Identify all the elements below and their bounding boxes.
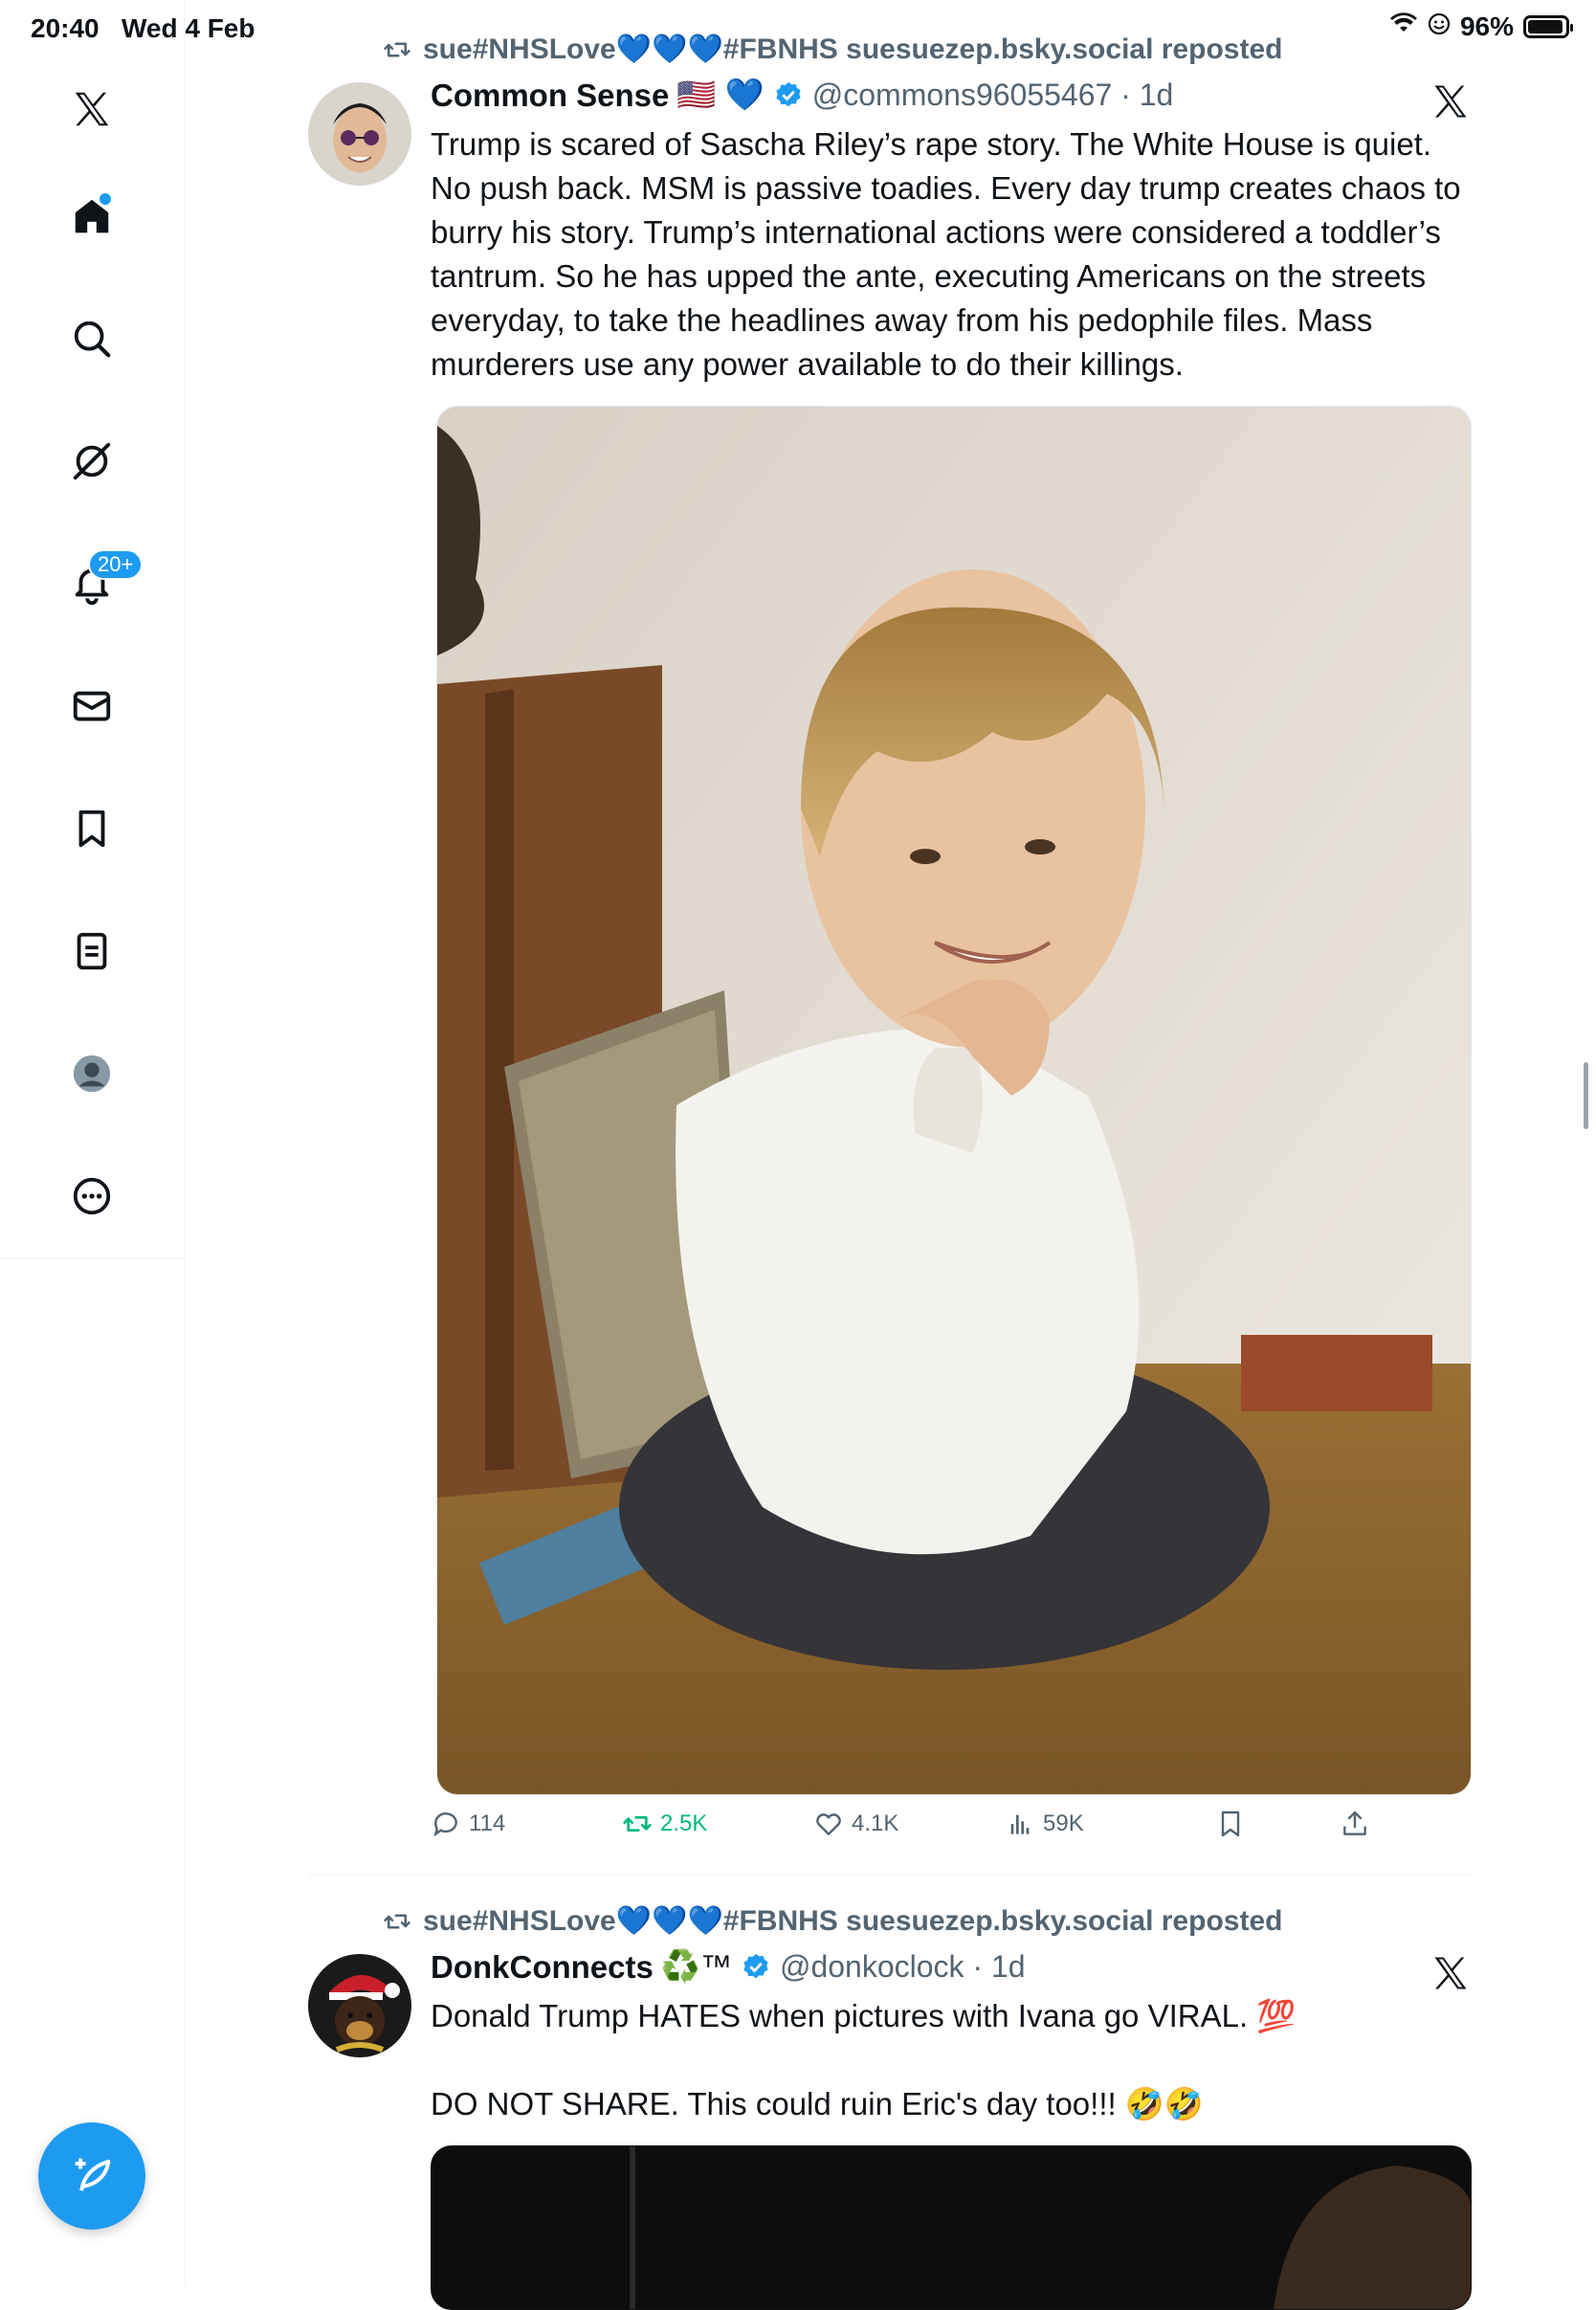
views-icon: [1010, 1814, 1030, 1834]
author-line: Common Sense 🇺🇸 💙 @commons96055467 · 1d: [431, 77, 1173, 114]
x-logo-small: [1430, 1952, 1472, 1994]
home-badge-dot: [98, 191, 113, 207]
home-icon[interactable]: [61, 186, 122, 247]
sidebar: 20+: [0, 0, 185, 2285]
post-photo[interactable]: [431, 2145, 1472, 2310]
bookmark-action-icon: [1221, 1810, 1240, 1837]
avatar[interactable]: [308, 82, 411, 186]
handle-time[interactable]: @donkoclock · 1d: [780, 1949, 1026, 1985]
post-divider: [308, 1875, 1472, 1876]
verified-badge-icon: [776, 81, 801, 106]
repost-line: sue#NHSLove💙💙💙#FBNHS suesuezep.bsky.soci…: [381, 1904, 1282, 1938]
repost-icon: [384, 1914, 410, 1928]
post-text: Donald Trump HATES when pictures with Iv…: [431, 1998, 1297, 2121]
post-photo[interactable]: [436, 406, 1472, 1795]
bookmark-action-button[interactable]: [1215, 1809, 1246, 1839]
views-button[interactable]: 59K: [1005, 1809, 1084, 1839]
bookmark-icon[interactable]: [61, 798, 122, 859]
author-emoji: ♻️™: [660, 1948, 732, 1984]
views-count: 59K: [1043, 1810, 1084, 1836]
search-icon[interactable]: [61, 308, 122, 369]
post-1[interactable]: sue#NHSLove💙💙💙#FBNHS suesuezep.bsky.soci…: [308, 29, 1472, 1866]
repost-action-icon: [623, 1816, 652, 1832]
heart-icon: [816, 1813, 841, 1835]
avatar[interactable]: [308, 1954, 411, 2057]
compose-feather-icon: [75, 2158, 111, 2191]
compose-button[interactable]: [38, 2122, 145, 2230]
like-button[interactable]: 4.1K: [813, 1809, 898, 1839]
battery-icon: [1523, 15, 1573, 38]
repost-line: sue#NHSLove💙💙💙#FBNHS suesuezep.bsky.soci…: [381, 33, 1282, 66]
repost-icon: [384, 42, 410, 56]
more-icon[interactable]: [61, 1166, 122, 1227]
notifications-badge: 20+: [88, 549, 144, 580]
lists-icon[interactable]: [61, 921, 122, 982]
repost-text: sue#NHSLove💙💙💙#FBNHS suesuezep.bsky.soci…: [423, 1905, 1283, 1937]
share-icon: [1343, 1810, 1366, 1835]
scroll-indicator[interactable]: [1584, 1062, 1588, 1129]
post-actions: 114 2.5K 4.1K 59K: [431, 1809, 1474, 1851]
author-emoji: 🇺🇸 💙: [676, 77, 765, 112]
bell-icon[interactable]: 20+: [61, 549, 144, 614]
handle-time[interactable]: @commons96055467 · 1d: [812, 78, 1174, 113]
post-2[interactable]: sue#NHSLove💙💙💙#FBNHS suesuezep.bsky.soci…: [308, 1902, 1472, 2310]
x-logo[interactable]: [61, 78, 122, 140]
like-count: 4.1K: [852, 1810, 899, 1836]
reply-icon: [433, 1812, 457, 1837]
mail-icon[interactable]: [61, 676, 122, 737]
post-text: Trump is scared of Sascha Riley’s rape s…: [431, 126, 1470, 382]
author-name[interactable]: DonkConnects: [431, 1949, 654, 1986]
sidebar-separator: [0, 1257, 184, 1258]
repost-text: sue#NHSLove💙💙💙#FBNHS suesuezep.bsky.soci…: [423, 33, 1283, 65]
verified-badge-icon: [743, 1953, 768, 1978]
author-name[interactable]: Common Sense: [431, 78, 669, 114]
author-line: DonkConnects ♻️™ @donkoclock · 1d: [431, 1948, 1026, 1986]
reply-count: 114: [469, 1810, 506, 1836]
x-logo-small: [1430, 80, 1472, 122]
repost-count: 2.5K: [660, 1810, 708, 1836]
reply-button[interactable]: 114: [431, 1809, 505, 1839]
profile-icon[interactable]: [61, 1043, 122, 1104]
repost-button[interactable]: 2.5K: [622, 1809, 707, 1839]
grok-icon[interactable]: [61, 431, 122, 492]
share-button[interactable]: [1340, 1809, 1370, 1839]
